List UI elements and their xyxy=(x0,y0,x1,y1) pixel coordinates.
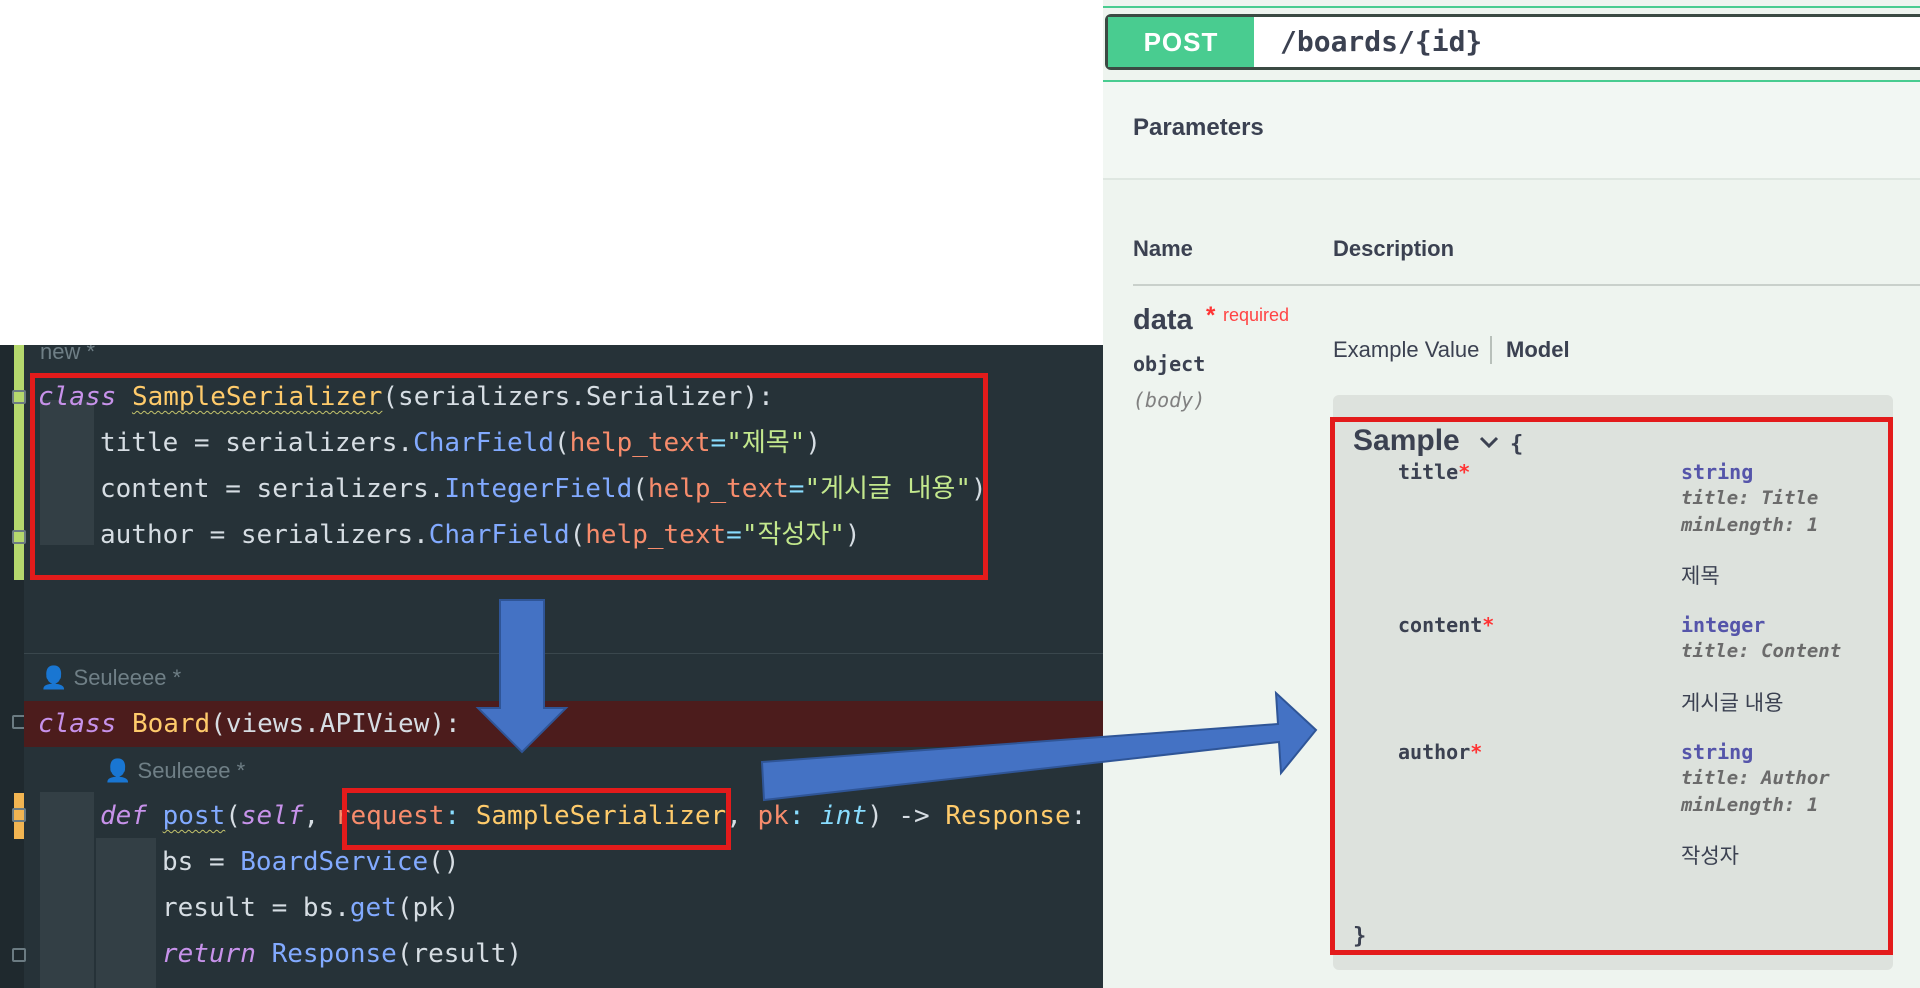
required-label: required xyxy=(1223,305,1290,325)
code-line[interactable]: result = bs.get(pk) xyxy=(162,885,459,931)
code-text: (pk) xyxy=(396,893,460,923)
fold-icon[interactable] xyxy=(12,948,26,962)
author-hint: 👤 Seuleeee * xyxy=(104,758,246,783)
author-hint: 👤 Seuleeee * xyxy=(40,665,182,690)
code-text: () xyxy=(428,847,460,877)
column-name: Name xyxy=(1133,236,1193,261)
swagger-panel: POST /boards/{id} Parameters Name Descri… xyxy=(1103,0,1920,988)
operation-border xyxy=(1103,6,1920,8)
keyword: class xyxy=(38,709,117,739)
parameters-title: Parameters xyxy=(1133,114,1264,141)
code-text: (views.APIView): xyxy=(210,709,461,739)
editor-hint: new * xyxy=(40,345,96,364)
code-text: = bs. xyxy=(255,893,350,923)
tab-model[interactable]: Model xyxy=(1506,337,1570,363)
code-func: Response xyxy=(271,939,397,969)
code-op: : xyxy=(788,801,821,831)
column-description: Description xyxy=(1333,236,1455,261)
highlight-box xyxy=(342,788,731,850)
code-type: Response xyxy=(929,801,1071,831)
code-line[interactable]: return Response(result) xyxy=(162,931,522,977)
code-self: self xyxy=(240,801,304,831)
fold-icon[interactable] xyxy=(12,808,26,822)
param-type: object xyxy=(1133,352,1206,376)
author-name: Seuleeee * xyxy=(137,758,246,783)
code-func: BoardService xyxy=(240,847,429,877)
highlight-box xyxy=(30,373,988,580)
indent-guide xyxy=(40,792,94,988)
method-badge: POST xyxy=(1108,17,1254,67)
tab-divider xyxy=(1490,336,1492,364)
fold-icon[interactable] xyxy=(12,390,26,404)
code-line[interactable]: class Board(views.APIView): xyxy=(38,701,461,747)
method-separator xyxy=(24,653,1103,654)
code-text: ) xyxy=(867,801,899,831)
code-func: post xyxy=(162,801,226,831)
required-star: * xyxy=(1206,302,1216,329)
param-location: (body) xyxy=(1133,388,1206,412)
code-var: result xyxy=(162,893,256,923)
code-param: pk xyxy=(757,801,789,831)
endpoint-path: /boards/{id} xyxy=(1280,25,1483,58)
fold-icon[interactable] xyxy=(12,530,26,544)
code-text: , xyxy=(303,801,335,831)
vcs-change-marker xyxy=(14,345,24,580)
code-var: bs xyxy=(162,847,194,877)
operation-header[interactable]: POST /boards/{id} xyxy=(1105,14,1920,70)
code-text: = xyxy=(193,847,241,877)
author-name: Seuleeee * xyxy=(73,665,182,690)
param-name: data xyxy=(1133,304,1193,336)
code-text: ( xyxy=(225,801,241,831)
class-name: Board xyxy=(131,709,211,739)
code-type: int xyxy=(820,801,868,831)
tab-example-value[interactable]: Example Value xyxy=(1333,337,1479,363)
code-text: : xyxy=(1070,801,1087,831)
keyword: return xyxy=(162,939,256,969)
code-func: get xyxy=(349,893,397,923)
highlight-box xyxy=(1330,417,1893,955)
indent-guide xyxy=(96,838,156,988)
keyword: def xyxy=(100,801,147,831)
code-text: (result) xyxy=(396,939,523,969)
parameters-header: Parameters xyxy=(1103,82,1920,180)
code-op: -> xyxy=(898,801,930,831)
column-divider xyxy=(1133,284,1920,286)
